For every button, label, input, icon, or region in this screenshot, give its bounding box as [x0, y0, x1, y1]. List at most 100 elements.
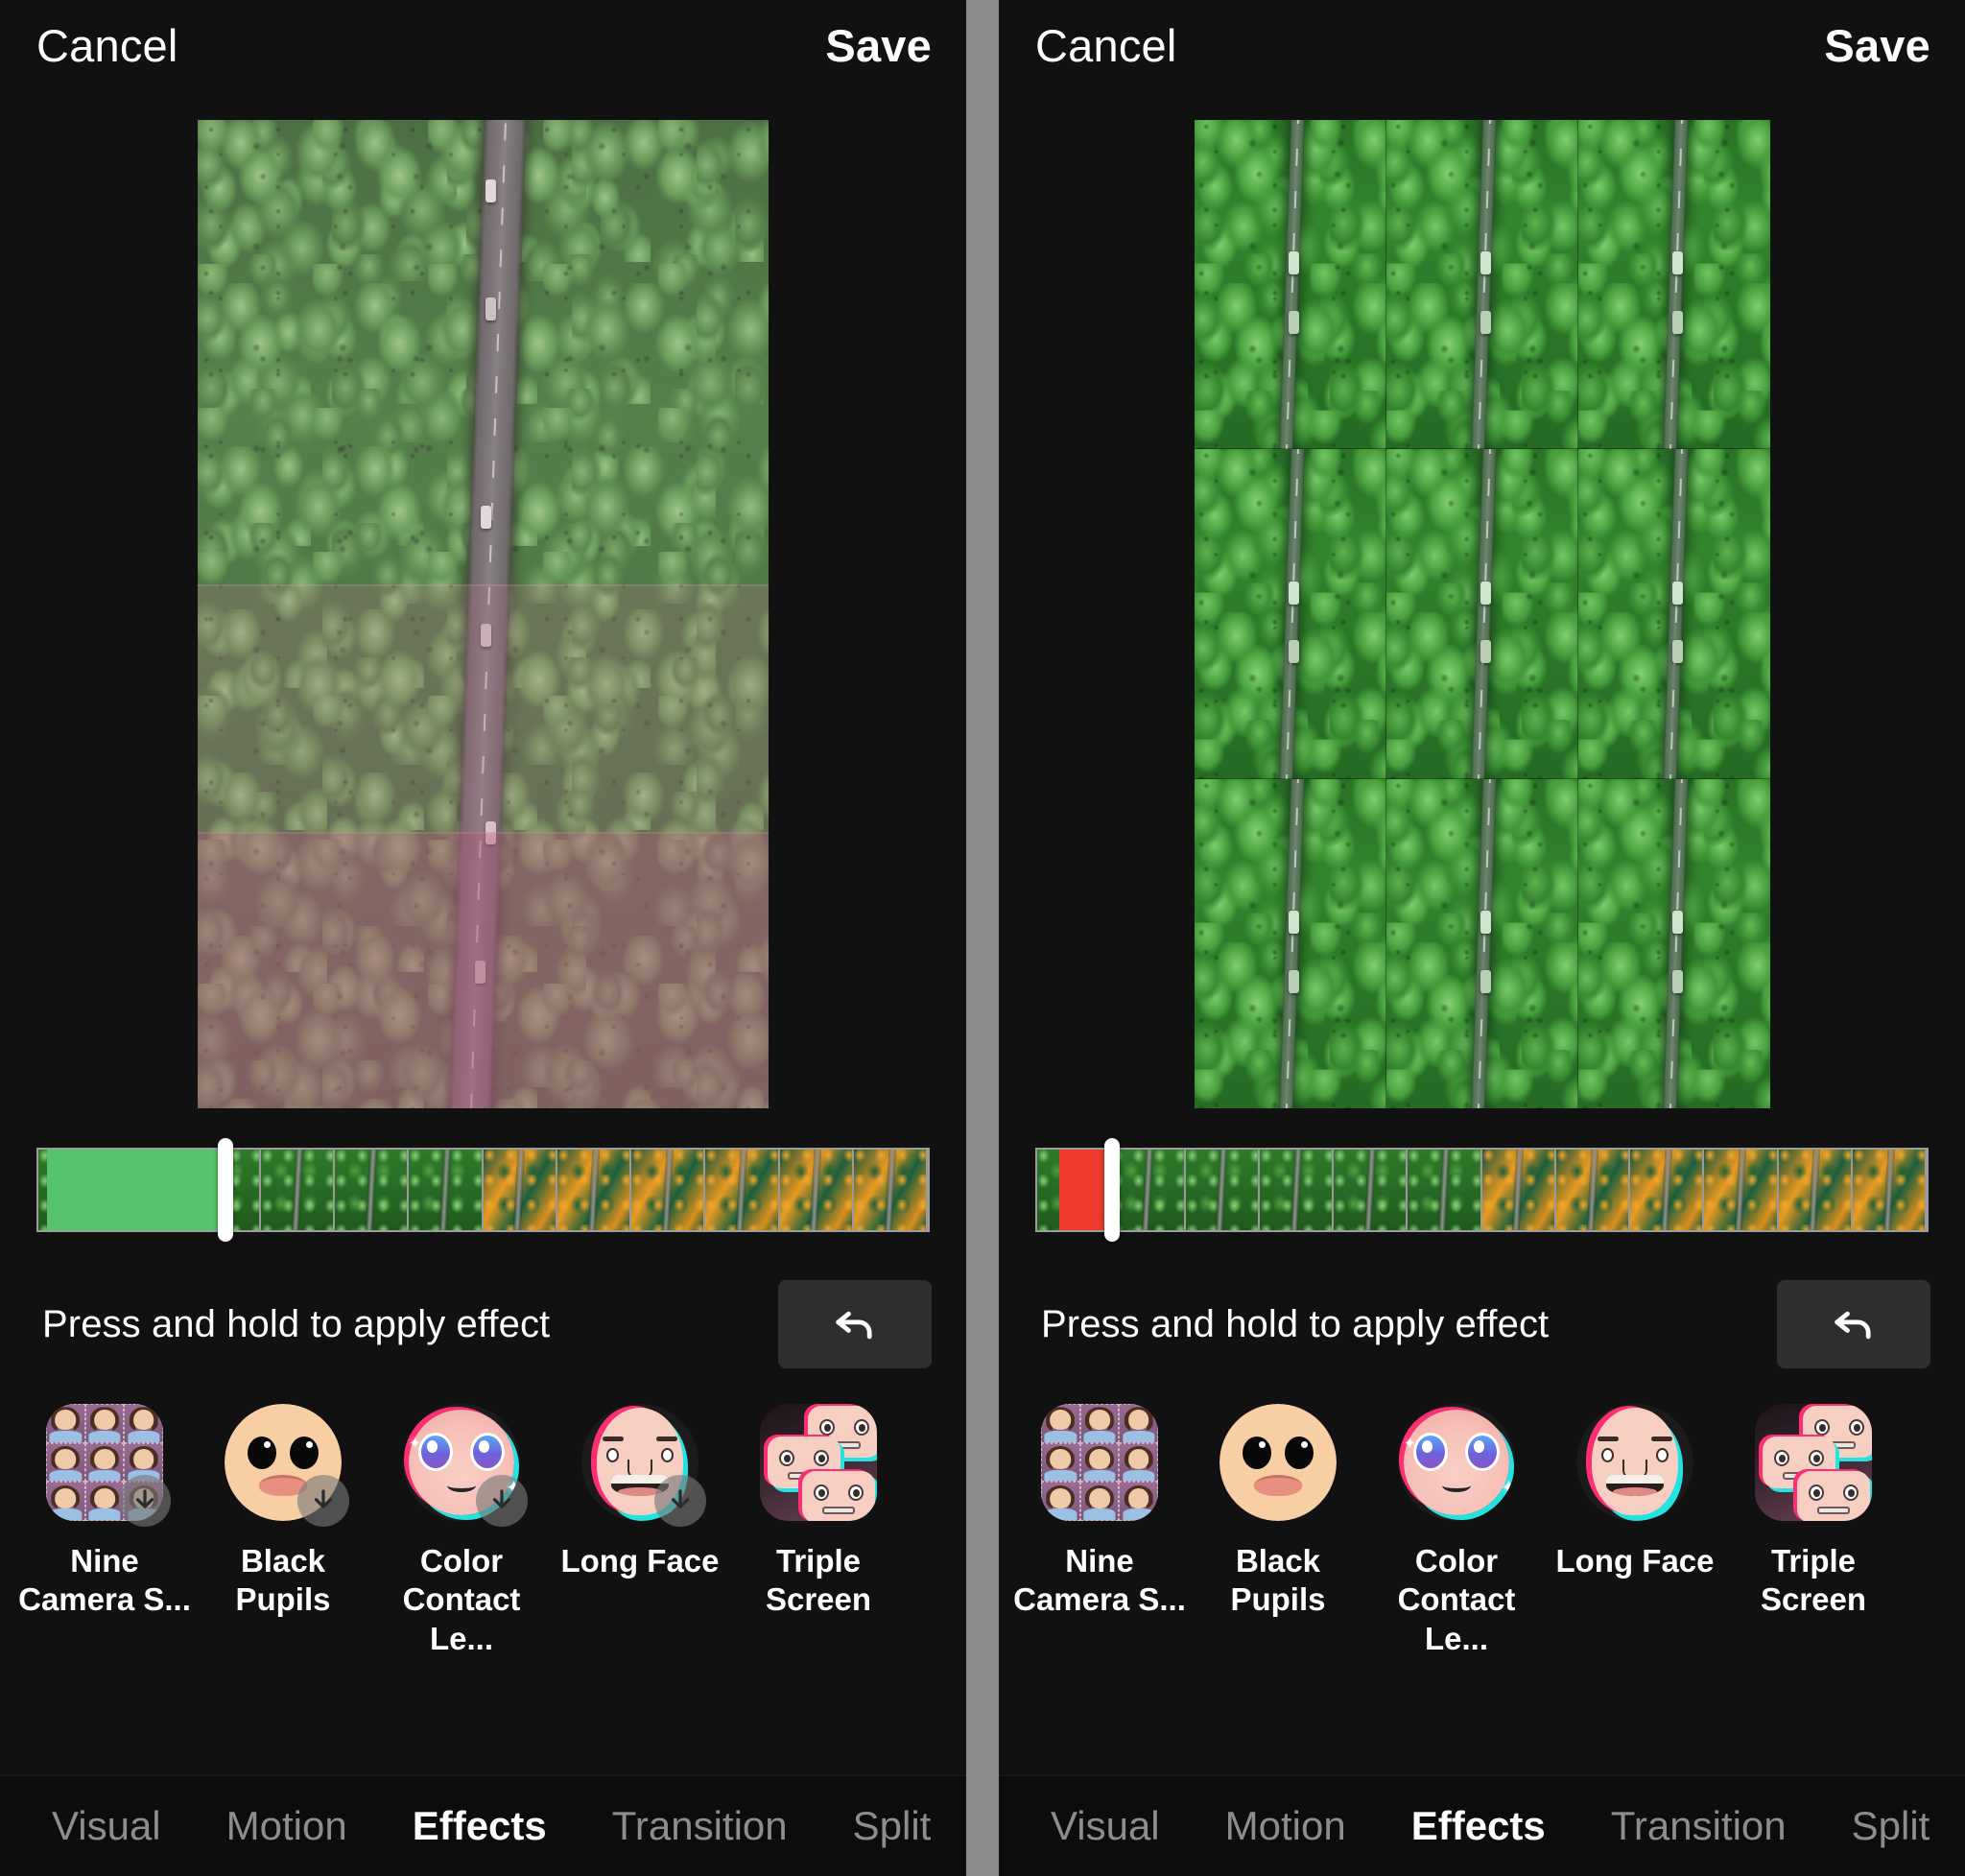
- grid-cell: [1576, 120, 1770, 451]
- effect-item-long-face[interactable]: Long Face: [551, 1404, 729, 1580]
- tab-visual[interactable]: Visual: [1018, 1803, 1193, 1849]
- tab-split[interactable]: Split: [1819, 1803, 1963, 1849]
- grid-cell: [1385, 777, 1579, 1108]
- effect-label: Black Pupils: [235, 1543, 331, 1618]
- effect-label: Triple Screen: [765, 1543, 872, 1618]
- press-hold-hint: Press and hold to apply effect: [1041, 1302, 1550, 1345]
- nine-camera-screen-icon: [1041, 1404, 1158, 1521]
- filmstrip[interactable]: [1035, 1138, 1929, 1242]
- car: [485, 178, 497, 202]
- effect-label: Nine Camera S...: [18, 1543, 191, 1618]
- undo-button[interactable]: [778, 1280, 932, 1368]
- filmstrip-frame: [1704, 1150, 1779, 1230]
- video-preview-right[interactable]: [1194, 120, 1770, 1108]
- effects-carousel-left[interactable]: Nine Camera S... Black Pupils ✦ ✦ ✦ Colo…: [0, 1396, 966, 1775]
- effect-label: Triple Screen: [1760, 1543, 1867, 1618]
- timeline-right[interactable]: [999, 1128, 1965, 1252]
- grid-cell: [1194, 448, 1387, 780]
- hint-row-left: Press and hold to apply effect: [0, 1252, 966, 1396]
- panel-divider: [966, 0, 999, 1876]
- hint-row-right: Press and hold to apply effect: [999, 1252, 1965, 1396]
- effects-carousel-right[interactable]: Nine Camera S... Black Pupils ✦ ✦ ✦ Colo…: [999, 1396, 1965, 1775]
- car: [480, 505, 491, 529]
- effect-item-black-pupils[interactable]: Black Pupils: [194, 1404, 372, 1620]
- cancel-button[interactable]: Cancel: [36, 23, 178, 68]
- effect-label: Long Face: [560, 1543, 720, 1579]
- grid-cell: [1576, 448, 1770, 780]
- filmstrip-frame: [1630, 1150, 1705, 1230]
- filmstrip-frame: [1259, 1150, 1334, 1230]
- filmstrip-frame: [631, 1150, 706, 1230]
- tab-effects[interactable]: Effects: [1379, 1803, 1578, 1849]
- effect-item-black-pupils[interactable]: Black Pupils: [1189, 1404, 1367, 1620]
- filmstrip-frame: [1185, 1150, 1260, 1230]
- undo-button[interactable]: [1777, 1280, 1930, 1368]
- effect-label: Long Face: [1555, 1543, 1715, 1579]
- playhead[interactable]: [218, 1138, 234, 1242]
- save-button[interactable]: Save: [825, 23, 932, 68]
- preview-stage-right: [999, 91, 1965, 1128]
- long-face-icon: [1576, 1404, 1693, 1521]
- filmstrip-frame: [1481, 1150, 1556, 1230]
- tabbar-right[interactable]: Visual Motion Effects Transition Split: [999, 1775, 1965, 1876]
- download-icon[interactable]: [654, 1475, 706, 1527]
- filmstrip-frame: [112, 1150, 187, 1230]
- filmstrip-frame: [779, 1150, 854, 1230]
- panel-left: Cancel Save Press and hold to apply effe…: [0, 0, 966, 1876]
- filmstrip-frame: [1852, 1150, 1927, 1230]
- filmstrip[interactable]: [36, 1138, 930, 1242]
- tab-transition[interactable]: Transition: [1578, 1803, 1819, 1849]
- filmstrip-frame: [1111, 1150, 1186, 1230]
- tab-effects[interactable]: Effects: [380, 1803, 580, 1849]
- save-button[interactable]: Save: [1824, 23, 1930, 68]
- filmstrip-frame: [335, 1150, 410, 1230]
- effect-item-nine-camera-screen[interactable]: Nine Camera S...: [1010, 1404, 1189, 1620]
- cancel-button[interactable]: Cancel: [1035, 23, 1177, 68]
- tab-motion[interactable]: Motion: [194, 1803, 380, 1849]
- filmstrip-frame: [1408, 1150, 1482, 1230]
- band-seam: [198, 584, 769, 587]
- effect-item-color-contact-lenses[interactable]: ✦ ✦ ✦ Color Contact Le...: [1367, 1404, 1546, 1658]
- triple-screen-icon: [1755, 1404, 1872, 1521]
- tab-visual[interactable]: Visual: [19, 1803, 194, 1849]
- effect-label: Color Contact Le...: [402, 1543, 521, 1656]
- filmstrip-frame: [1778, 1150, 1853, 1230]
- car: [480, 624, 491, 648]
- download-icon[interactable]: [297, 1475, 349, 1527]
- effect-item-triple-screen[interactable]: Triple Screen: [729, 1404, 908, 1620]
- car: [474, 960, 485, 984]
- band-seam: [198, 831, 769, 834]
- effect-label: Nine Camera S...: [1013, 1543, 1186, 1618]
- grid-cell: [1194, 120, 1387, 451]
- grid-cell: [1385, 448, 1579, 780]
- nine-camera-grid: [1194, 120, 1770, 1108]
- tab-split[interactable]: Split: [820, 1803, 964, 1849]
- tabbar-left[interactable]: Visual Motion Effects Transition Split: [0, 1775, 966, 1876]
- filmstrip-frame: [1555, 1150, 1630, 1230]
- effect-item-color-contact-lenses[interactable]: ✦ ✦ ✦ Color Contact Le...: [372, 1404, 551, 1658]
- filmstrip-frame: [1037, 1150, 1112, 1230]
- tab-motion[interactable]: Motion: [1193, 1803, 1379, 1849]
- effect-item-long-face[interactable]: Long Face: [1546, 1404, 1724, 1580]
- panel-right: Cancel Save Press and hold to apply effe…: [999, 0, 1965, 1876]
- effect-item-triple-screen[interactable]: Triple Screen: [1724, 1404, 1903, 1620]
- filmstrip-frame: [260, 1150, 335, 1230]
- press-hold-hint: Press and hold to apply effect: [42, 1302, 551, 1345]
- effect-item-nine-camera-screen[interactable]: Nine Camera S...: [15, 1404, 194, 1620]
- timeline-left[interactable]: [0, 1128, 966, 1252]
- undo-arrow-icon: [836, 1311, 872, 1340]
- filmstrip-frame: [853, 1150, 928, 1230]
- filmstrip-frame: [38, 1150, 113, 1230]
- grid-cell: [1576, 777, 1770, 1108]
- preview-stage-left: [0, 91, 966, 1128]
- effect-label: Color Contact Le...: [1397, 1543, 1516, 1656]
- header-right: Cancel Save: [999, 0, 1965, 91]
- effect-label: Black Pupils: [1230, 1543, 1326, 1618]
- filmstrip-frame: [483, 1150, 557, 1230]
- tab-transition[interactable]: Transition: [580, 1803, 820, 1849]
- black-pupils-face-icon: [1219, 1404, 1337, 1521]
- playhead[interactable]: [1103, 1138, 1120, 1242]
- app-screen: Cancel Save Press and hold to apply effe…: [0, 0, 1965, 1876]
- video-preview-left[interactable]: [198, 120, 769, 1108]
- download-icon[interactable]: [119, 1475, 171, 1527]
